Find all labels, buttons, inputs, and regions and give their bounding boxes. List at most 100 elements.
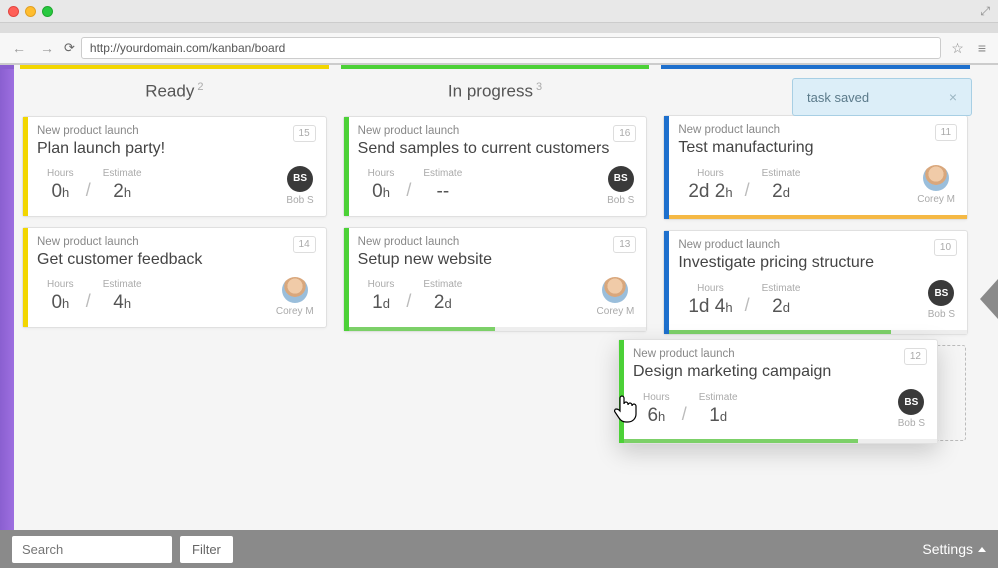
estimate-metric: Estimate 4h (93, 279, 152, 314)
column-title: Ready2 (20, 69, 329, 116)
estimate-value: 1d (699, 405, 738, 427)
card-metrics: Hours 0h / Estimate 2h BS Bob S (37, 164, 316, 216)
card-number: 12 (904, 348, 927, 365)
assignee[interactable]: Corey M (917, 165, 957, 205)
task-card[interactable]: New product launch 16 Send samples to cu… (343, 116, 648, 217)
next-column-handle[interactable] (976, 65, 998, 533)
estimate-metric: Estimate 1d (689, 392, 748, 427)
avatar: BS (898, 389, 924, 415)
estimate-label: Estimate (103, 279, 142, 290)
search-input[interactable] (12, 536, 172, 563)
assignee-name: Bob S (898, 418, 925, 429)
assignee[interactable]: BS Bob S (898, 389, 927, 429)
metric-separator: / (680, 394, 689, 425)
task-card[interactable]: New product launch 15 Plan launch party!… (22, 116, 327, 217)
card-number: 16 (613, 125, 636, 142)
assignee[interactable]: BS Bob S (286, 166, 315, 206)
card-project: New product launch (358, 125, 637, 137)
card-project: New product launch (37, 125, 316, 137)
task-card[interactable]: New product launch 11 Test manufacturing… (663, 115, 968, 220)
column-title-text: In progress (448, 82, 533, 101)
prev-column-handle[interactable] (0, 65, 14, 533)
close-window-icon[interactable] (8, 6, 19, 17)
card-stripe (344, 117, 349, 216)
assignee-name: Corey M (597, 306, 635, 317)
assignee-name: Bob S (928, 309, 955, 320)
card-metrics: Hours 1d / Estimate 2d Corey M (358, 275, 637, 327)
card-project: New product launch (633, 348, 927, 360)
task-card[interactable]: New product launch 13 Setup new website … (343, 227, 648, 332)
card-title: Plan launch party! (37, 140, 316, 158)
estimate-value: 2d (762, 296, 801, 318)
dragging-card[interactable]: New product launch 12 Design marketing c… (618, 339, 938, 444)
estimate-label: Estimate (762, 168, 801, 179)
settings-button[interactable]: Settings (922, 541, 986, 557)
card-number: 14 (293, 236, 316, 253)
estimate-metric: Estimate 2d (413, 279, 472, 314)
estimate-value: 2d (423, 292, 462, 314)
assignee-name: Corey M (276, 306, 314, 317)
card-stripe (664, 231, 669, 334)
hours-label: Hours (47, 168, 74, 179)
card-metrics: Hours 2d 2h / Estimate 2d Corey M (678, 163, 957, 215)
estimate-metric: Estimate -- (413, 168, 472, 203)
assignee[interactable]: Corey M (276, 277, 316, 317)
hours-label: Hours (643, 392, 670, 403)
browser-chrome: ⤢ ← → ⟳ http://yourdomain.com/kanban/boa… (0, 0, 998, 65)
forward-icon[interactable]: → (36, 38, 58, 58)
progress-bar (344, 327, 647, 331)
avatar: BS (928, 280, 954, 306)
minimize-window-icon[interactable] (25, 6, 36, 17)
progress-bar (664, 330, 967, 334)
chevron-up-icon (978, 547, 986, 552)
metric-separator: / (743, 170, 752, 201)
toast-notification: task saved × (792, 78, 972, 116)
back-icon[interactable]: ← (8, 38, 30, 58)
window-titlebar: ⤢ (0, 0, 998, 22)
browser-tabs (0, 22, 998, 32)
toast-text: task saved (807, 90, 869, 105)
hamburger-icon[interactable]: ≡ (974, 38, 990, 58)
assignee[interactable]: BS Bob S (607, 166, 636, 206)
close-icon[interactable]: × (949, 89, 957, 105)
fullscreen-icon[interactable]: ⤢ (980, 4, 990, 19)
maximize-window-icon[interactable] (42, 6, 53, 17)
card-title: Get customer feedback (37, 251, 316, 269)
hours-metric: Hours 0h (37, 168, 84, 203)
hours-label: Hours (688, 283, 732, 294)
assignee[interactable]: Corey M (597, 277, 637, 317)
columns-container: Ready2 New product launch 15 Plan launch… (14, 65, 976, 533)
estimate-label: Estimate (423, 279, 462, 290)
task-card[interactable]: New product launch 14 Get customer feedb… (22, 227, 327, 328)
column-title-text: Ready (145, 82, 194, 101)
estimate-value: 4h (103, 292, 142, 314)
hours-value: 0h (368, 181, 395, 203)
filter-button[interactable]: Filter (180, 536, 233, 563)
bookmark-icon[interactable]: ☆ (947, 38, 968, 59)
column-count: 2 (197, 81, 203, 93)
assignee-name: Bob S (286, 195, 313, 206)
estimate-label: Estimate (762, 283, 801, 294)
avatar: BS (287, 166, 313, 192)
card-title: Setup new website (358, 251, 637, 269)
column-in-progress: In progress3 New product launch 16 Send … (341, 65, 650, 533)
progress-bar (619, 439, 937, 443)
task-card[interactable]: New product launch 10 Investigate pricin… (663, 230, 968, 335)
hours-label: Hours (688, 168, 732, 179)
card-list: New product launch 15 Plan launch party!… (20, 116, 329, 328)
estimate-metric: Estimate 2h (93, 168, 152, 203)
progress-bar (664, 215, 967, 219)
url-input[interactable]: http://yourdomain.com/kanban/board (81, 37, 941, 59)
footer-bar: Filter Settings (0, 530, 998, 568)
assignee[interactable]: BS Bob S (928, 280, 957, 320)
chevron-right-icon (980, 279, 998, 319)
reload-icon[interactable]: ⟳ (64, 40, 75, 56)
card-stripe (664, 116, 669, 219)
card-metrics: Hours 1d 4h / Estimate 2d BS Bob S (678, 278, 957, 330)
card-title: Test manufacturing (678, 139, 957, 157)
card-project: New product launch (678, 239, 957, 251)
hours-value: 0h (47, 181, 74, 203)
card-stripe (23, 228, 28, 327)
card-stripe (344, 228, 349, 331)
avatar (923, 165, 949, 191)
